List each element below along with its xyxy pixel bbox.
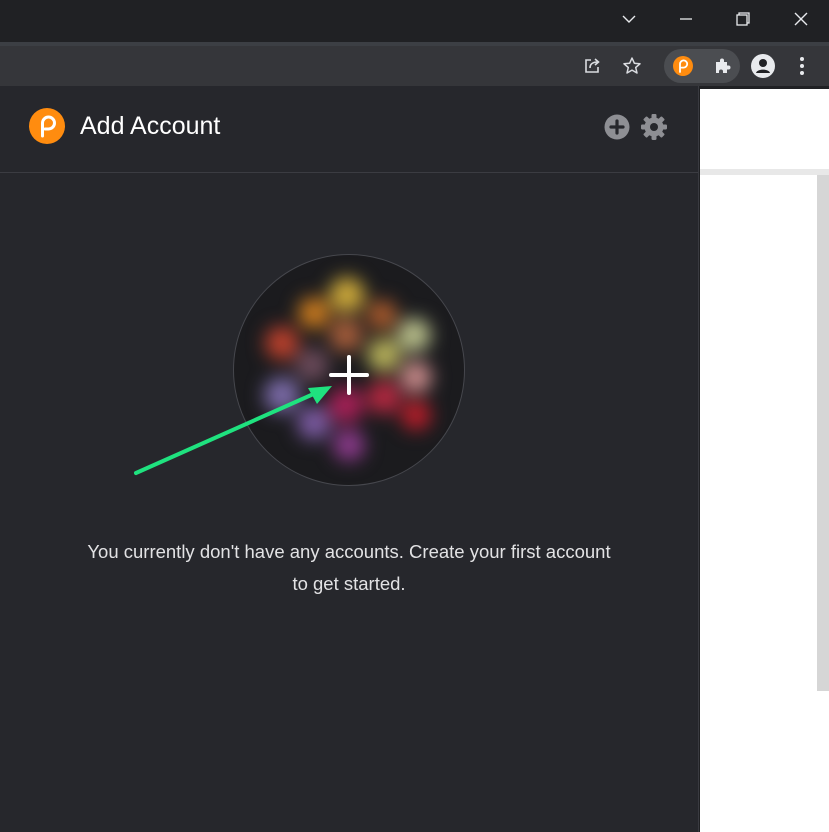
profile-button[interactable]	[748, 51, 778, 81]
polkadot-extension-icon	[673, 56, 693, 76]
add-circle-icon	[604, 114, 630, 140]
empty-accounts-message: You currently don't have any accounts. C…	[87, 541, 611, 594]
polkadot-logo-icon	[29, 108, 65, 144]
star-icon	[623, 57, 641, 74]
browser-titlebar	[0, 0, 829, 42]
gear-icon	[641, 114, 667, 140]
polkadot-extension-button[interactable]	[668, 51, 698, 81]
annotation-arrow	[134, 386, 332, 475]
page-title: Add Account	[80, 112, 221, 140]
extension-popup: Add Account You currently don't have any…	[0, 86, 699, 832]
share-icon	[585, 58, 600, 73]
tab-search-button[interactable]	[601, 0, 657, 38]
chevron-down-icon	[622, 15, 636, 23]
extensions-button[interactable]	[707, 51, 737, 81]
web-page-background	[700, 89, 829, 832]
profile-icon	[751, 54, 775, 78]
add-account-header-button[interactable]	[602, 112, 632, 142]
minimize-icon	[680, 18, 692, 20]
puzzle-icon	[716, 58, 731, 73]
kebab-menu-icon	[800, 57, 804, 75]
popup-header: Add Account	[0, 86, 698, 173]
close-icon	[794, 12, 808, 26]
minimize-button[interactable]	[658, 0, 714, 38]
share-button[interactable]	[577, 51, 607, 81]
browser-toolbar	[0, 46, 829, 86]
web-page-header-divider	[700, 169, 829, 175]
settings-button[interactable]	[639, 112, 669, 142]
close-window-button[interactable]	[773, 0, 829, 38]
bookmark-button[interactable]	[617, 51, 647, 81]
chrome-menu-button[interactable]	[787, 51, 817, 81]
restore-icon	[736, 12, 750, 26]
web-page-scrollbar[interactable]	[817, 175, 829, 691]
restore-button[interactable]	[715, 0, 771, 38]
